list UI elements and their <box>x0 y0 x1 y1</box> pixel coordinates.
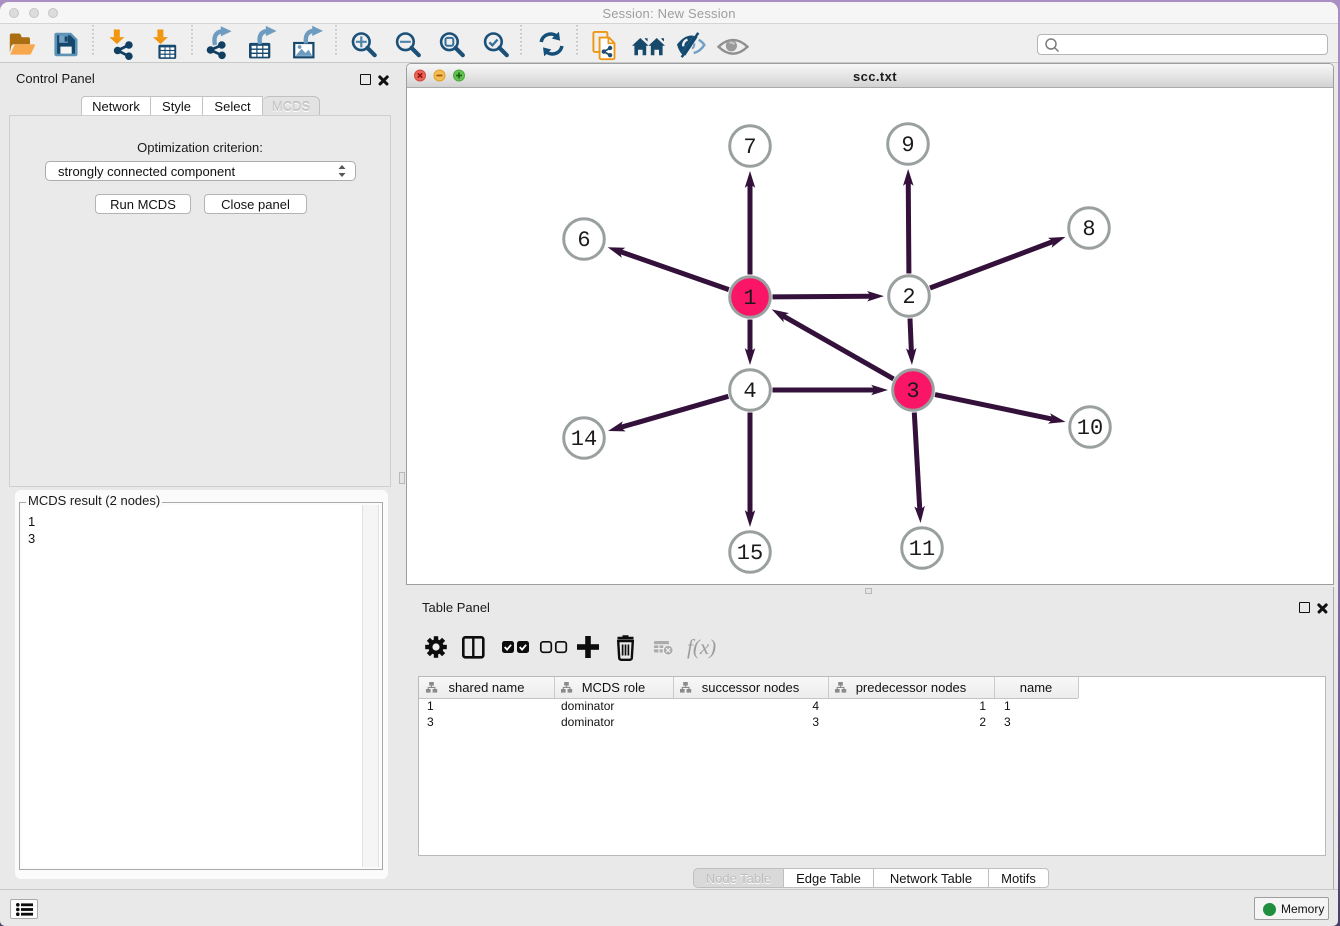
svg-text:1: 1 <box>743 286 756 311</box>
svg-text:4: 4 <box>743 379 756 404</box>
svg-text:10: 10 <box>1077 416 1103 441</box>
svg-text:6: 6 <box>577 228 590 253</box>
svg-text:7: 7 <box>743 135 756 160</box>
svg-text:15: 15 <box>737 541 763 566</box>
svg-text:8: 8 <box>1082 217 1095 242</box>
svg-text:f(x): f(x) <box>687 635 716 659</box>
svg-text:9: 9 <box>901 133 914 158</box>
svg-text:3: 3 <box>906 379 919 404</box>
svg-text:2: 2 <box>902 285 915 310</box>
svg-text:11: 11 <box>909 537 935 562</box>
svg-text:14: 14 <box>571 427 597 452</box>
